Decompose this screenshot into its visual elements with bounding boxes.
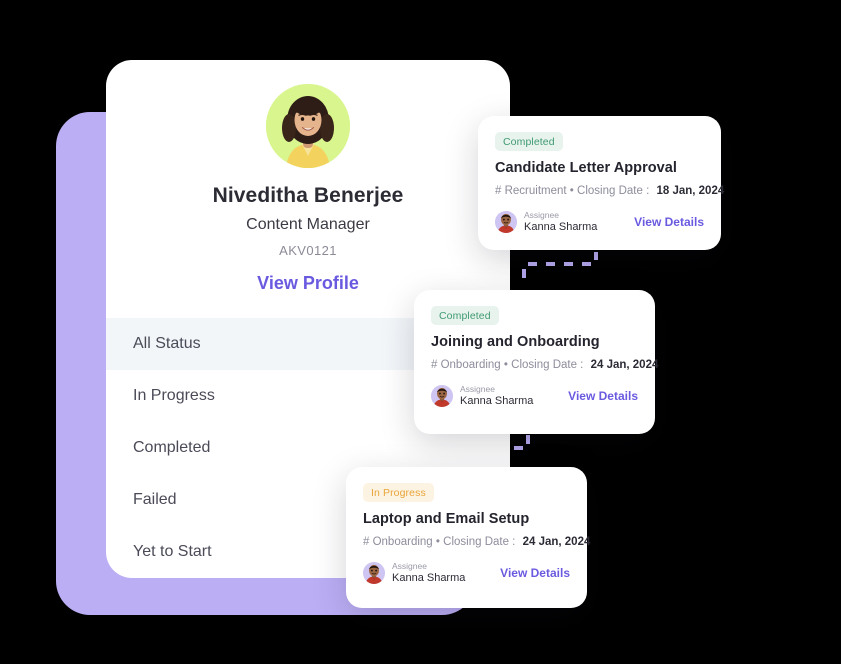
meta-separator: • [435,536,440,548]
task-title: Laptop and Email Setup [363,511,530,527]
closing-date-label: Closing Date : [511,359,584,371]
view-details-link[interactable]: View Details [500,566,570,580]
assignee-text: Assignee Kanna Sharma [392,561,465,585]
status-badge: Completed [495,132,563,151]
assignee-label: Assignee [524,210,559,220]
task-tag: # Onboarding [363,536,433,548]
task-footer: Assignee Kanna Sharma View Details [431,384,638,408]
assignee-label: Assignee [392,561,427,571]
man-portrait-avatar [363,562,385,585]
profile-employee-id: AKV0121 [279,243,337,258]
task-footer: Assignee Kanna Sharma View Details [495,210,704,234]
task-meta: # Onboarding • Closing Date : 24 Jan, 20… [363,536,590,548]
man-portrait-avatar [495,211,517,234]
assignee-name: Kanna Sharma [460,394,534,407]
closing-date-label: Closing Date : [443,536,516,548]
task-tag: # Recruitment [495,185,567,197]
page-title: Niveditha Benerjee [212,184,404,207]
task-meta: # Recruitment • Closing Date : 18 Jan, 2… [495,185,724,197]
view-details-link[interactable]: View Details [568,389,638,403]
assignee: Assignee Kanna Sharma [431,384,533,408]
task-title: Candidate Letter Approval [495,160,677,176]
task-card[interactable]: Completed Joining and Onboarding # Onboa… [414,290,658,434]
status-badge: Completed [431,306,499,325]
task-title: Joining and Onboarding [431,334,600,350]
assignee-text: Assignee Kanna Sharma [524,210,597,234]
assignee: Assignee Kanna Sharma [363,561,465,585]
meta-separator: • [569,185,574,197]
task-card[interactable]: Completed Candidate Letter Approval # Re… [478,116,724,250]
closing-date-value: 18 Jan, 2024 [656,185,725,197]
assignee-name: Kanna Sharma [524,220,598,233]
man-portrait-avatar [431,385,453,408]
status-badge: In Progress [363,483,434,502]
task-footer: Assignee Kanna Sharma View Details [363,561,570,585]
assignee-name: Kanna Sharma [392,571,466,584]
view-details-link[interactable]: View Details [634,215,704,229]
assignee-text: Assignee Kanna Sharma [460,384,533,408]
dashed-connector-line-icon [520,250,600,287]
meta-separator: • [503,359,508,371]
closing-date-value: 24 Jan, 2024 [522,536,591,548]
assignee-label: Assignee [460,384,495,394]
woman-portrait-avatar [266,84,350,168]
profile-role: Content Manager [246,216,370,233]
closing-date-value: 24 Jan, 2024 [590,359,659,371]
task-tag: # Onboarding [431,359,501,371]
profile-header: Niveditha Benerjee Content Manager AKV01… [106,60,510,294]
closing-date-label: Closing Date : [577,185,650,197]
assignee: Assignee Kanna Sharma [495,210,597,234]
screenshot-stage: Niveditha Benerjee Content Manager AKV01… [0,0,841,664]
task-card[interactable]: In Progress Laptop and Email Setup # Onb… [346,467,590,608]
task-meta: # Onboarding • Closing Date : 24 Jan, 20… [431,359,658,371]
